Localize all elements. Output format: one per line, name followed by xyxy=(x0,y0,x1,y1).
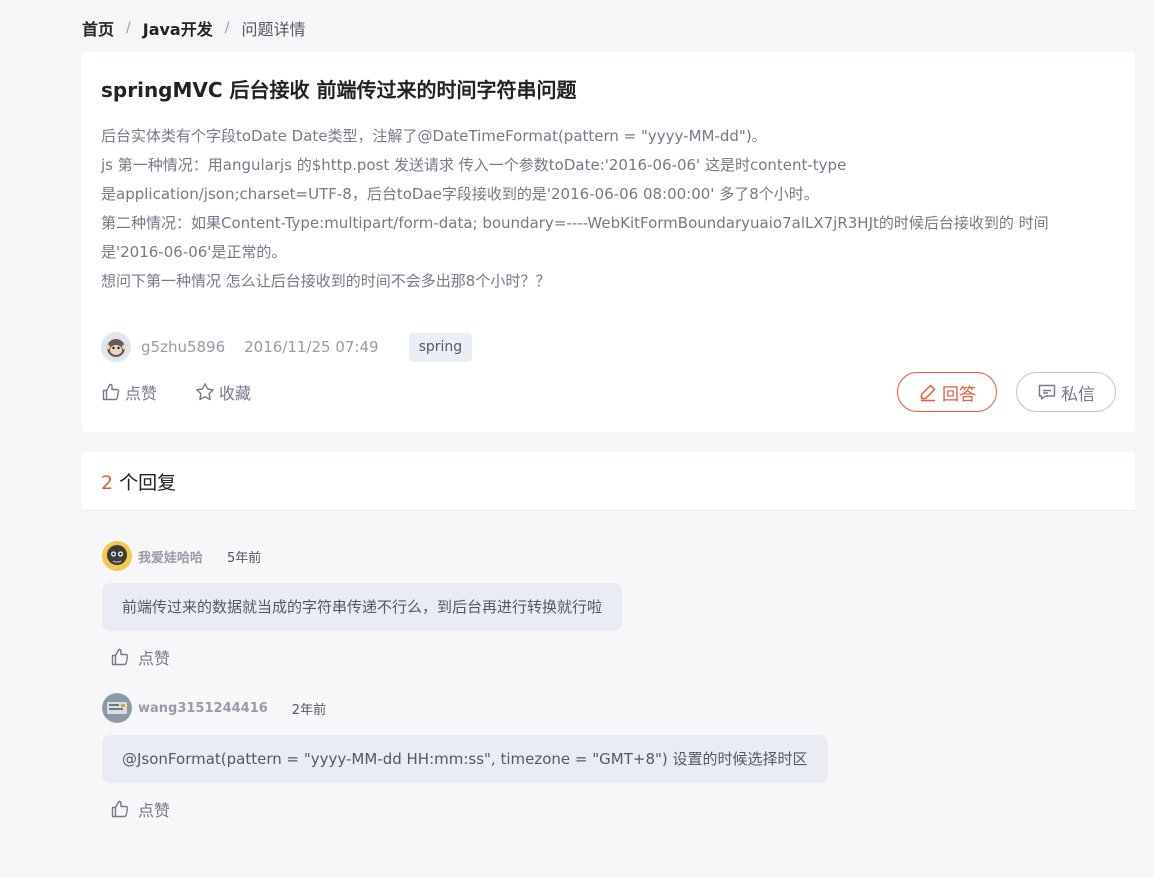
question-card: springMVC 后台接收 前端传过来的时间字符串问题 后台实体类有个字段to… xyxy=(82,52,1135,432)
answers-count-line: 2 个回复 xyxy=(101,468,176,495)
thumbs-up-icon xyxy=(101,382,121,402)
star-icon xyxy=(195,382,215,402)
reply-avatar[interactable] xyxy=(102,693,132,723)
favorite-label: 收藏 xyxy=(219,384,252,403)
pencil-icon xyxy=(918,382,938,402)
answers-card: 2 个回复 我爱娃哈哈 5年前 前端传过来的数据就当成的字符串传递不行么，到后台… xyxy=(82,452,1135,877)
question-body-line: 是application/json;charset=UTF-8，后台toDae字… xyxy=(101,185,819,203)
answers-count: 2 xyxy=(101,472,114,494)
like-label: 点赞 xyxy=(125,384,158,403)
answer-button[interactable]: 回答 xyxy=(897,372,997,412)
question-body-line: 后台实体类有个字段toDate Date类型，注解了@DateTimeForma… xyxy=(101,127,767,145)
question-actions: 点赞 收藏 xyxy=(101,377,289,407)
answer-label: 回答 xyxy=(942,384,976,405)
breadcrumb: 首页 / Java开发 / 问题详情 xyxy=(82,16,305,40)
question-body-line: js 第一种情况：用angularjs 的$http.post 发送请求 传入一… xyxy=(101,156,847,174)
question-body-line: 第二种情况：如果Content-Type:multipart/form-data… xyxy=(101,214,1049,232)
reply-item: wang3151244416 2年前 @JsonFormat(pattern =… xyxy=(102,693,828,821)
private-message-label: 私信 xyxy=(1061,384,1095,405)
private-message-button[interactable]: 私信 xyxy=(1016,372,1116,412)
question-title: springMVC 后台接收 前端传过来的时间字符串问题 xyxy=(101,78,577,102)
chat-bubble-icon xyxy=(1037,382,1057,402)
breadcrumb-home-link[interactable]: 首页 xyxy=(82,16,114,40)
answers-header: 2 个回复 xyxy=(82,452,1135,511)
favorite-button[interactable]: 收藏 xyxy=(195,380,251,404)
reply-username[interactable]: wang3151244416 xyxy=(138,701,268,716)
question-body-line: 想问下第一种情况 怎么让后台接收到的时间不会多出那8个小时？？ xyxy=(101,272,551,290)
breadcrumb-category-link[interactable]: Java开发 xyxy=(143,16,213,40)
reply-header: wang3151244416 2年前 xyxy=(102,693,828,723)
reply-header: 我爱娃哈哈 5年前 xyxy=(102,541,622,571)
reply-content: @JsonFormat(pattern = "yyyy-MM-dd HH:mm:… xyxy=(102,735,828,783)
thumbs-up-icon xyxy=(110,647,130,667)
question-meta: g5zhu5896 2016/11/25 07:49 spring xyxy=(101,331,473,363)
like-button[interactable]: 点赞 xyxy=(101,380,157,404)
reply-content: 前端传过来的数据就当成的字符串传递不行么，到后台再进行转换就行啦 xyxy=(102,583,623,631)
reply-item: 我爱娃哈哈 5年前 前端传过来的数据就当成的字符串传递不行么，到后台再进行转换就… xyxy=(102,541,623,669)
tag-spring[interactable]: spring xyxy=(408,332,473,362)
question-body: 后台实体类有个字段toDate Date类型，注解了@DateTimeForma… xyxy=(101,122,1121,296)
reply-avatar[interactable] xyxy=(102,541,132,571)
reply-time: 2年前 xyxy=(291,702,327,718)
reply-like-label: 点赞 xyxy=(138,649,171,668)
reply-like-label: 点赞 xyxy=(138,801,171,820)
author-name[interactable]: g5zhu5896 xyxy=(141,338,225,356)
reply-time: 5年前 xyxy=(227,550,262,566)
question-time: 2016/11/25 07:49 xyxy=(244,338,379,356)
answers-count-suffix: 个回复 xyxy=(119,472,177,494)
reply-like-button[interactable]: 点赞 xyxy=(110,645,622,669)
reply-like-button[interactable]: 点赞 xyxy=(110,797,828,821)
author-avatar[interactable] xyxy=(101,332,131,362)
breadcrumb-separator: / xyxy=(126,20,131,36)
breadcrumb-separator: / xyxy=(224,20,230,36)
reply-username[interactable]: 我爱娃哈哈 xyxy=(138,547,203,566)
question-body-line: 是'2016-06-06'是正常的。 xyxy=(101,243,287,261)
breadcrumb-current: 问题详情 xyxy=(241,20,306,39)
thumbs-up-icon xyxy=(110,799,130,819)
